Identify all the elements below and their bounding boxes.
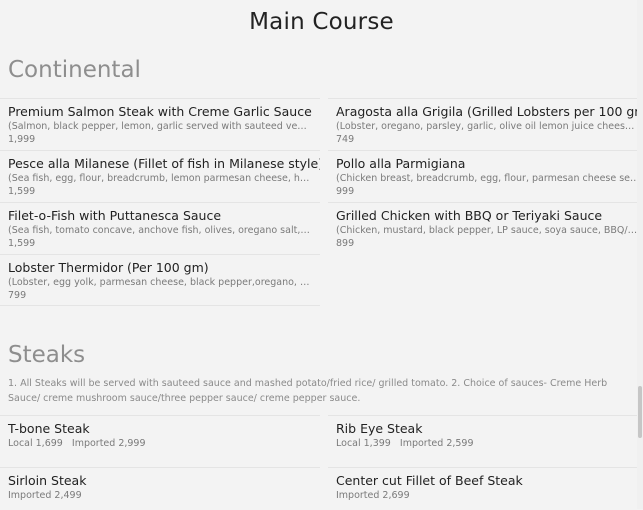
- menu-item[interactable]: Pollo alla Parmigiana (Chicken breast, b…: [328, 150, 643, 201]
- menu-item[interactable]: Rib Eye Steak Local 1,399 Imported 2,599: [328, 415, 643, 464]
- item-name: Grilled Chicken with BBQ or Teriyaki Sau…: [336, 208, 603, 223]
- menu-item[interactable]: Premium Salmon Steak with Creme Garlic S…: [0, 98, 320, 149]
- item-price: 899: [336, 238, 355, 249]
- item-name: T-bone Steak: [8, 421, 90, 436]
- item-name: Sirloin Steak: [8, 473, 87, 488]
- menu-page: Main Course Continental Premium Salmon S…: [0, 0, 643, 509]
- menu-item[interactable]: Aragosta alla Grigila (Grilled Lobsters …: [328, 98, 643, 149]
- item-name: Premium Salmon Steak with Creme Garlic S…: [8, 104, 312, 119]
- menu-item[interactable]: Grilled Chicken with BBQ or Teriyaki Sau…: [328, 202, 643, 253]
- section-title-continental: Continental: [8, 57, 141, 83]
- menu-item[interactable]: T-bone Steak Local 1,699 Imported 2,999: [0, 415, 320, 464]
- section-title-steaks: Steaks: [8, 342, 86, 368]
- item-description: (Lobster, egg yolk, parmesan cheese, bla…: [8, 277, 312, 288]
- item-description: (Sea fish, egg, flour, breadcrumb, lemon…: [8, 173, 312, 184]
- item-price: Local 1,399 Imported 2,599: [336, 438, 474, 449]
- scrollbar-thumb[interactable]: [638, 386, 642, 438]
- menu-item[interactable]: Filet-o-Fish with Puttanesca Sauce (Sea …: [0, 202, 320, 253]
- item-description: (Sea fish, tomato concave, anchove fish,…: [8, 225, 312, 236]
- item-name: Pollo alla Parmigiana: [336, 156, 466, 171]
- item-price: 1,599: [8, 186, 36, 197]
- item-name: Rib Eye Steak: [336, 421, 423, 436]
- item-price: 1,999: [8, 134, 36, 145]
- item-description: (Lobster, oregano, parsley, garlic, oliv…: [336, 121, 640, 132]
- menu-item[interactable]: Center cut Fillet of Beef Steak Imported…: [328, 467, 643, 510]
- vertical-scrollbar[interactable]: [637, 0, 643, 509]
- item-name: Filet-o-Fish with Puttanesca Sauce: [8, 208, 222, 223]
- item-price: Imported 2,699: [336, 490, 410, 501]
- item-price: 749: [336, 134, 355, 145]
- item-price: Imported 2,499: [8, 490, 82, 501]
- item-name: Lobster Thermidor (Per 100 gm): [8, 260, 209, 275]
- item-name: Center cut Fillet of Beef Steak: [336, 473, 523, 488]
- item-price: 1,599: [8, 238, 36, 249]
- item-description: (Chicken breast, breadcrumb, egg, flour,…: [336, 173, 640, 184]
- page-title: Main Course: [249, 9, 394, 35]
- item-price: 999: [336, 186, 355, 197]
- item-name: Aragosta alla Grigila (Grilled Lobsters …: [336, 104, 643, 119]
- item-description: (Chicken, mustard, black pepper, LP sauc…: [336, 225, 640, 236]
- menu-item[interactable]: Sirloin Steak Imported 2,499: [0, 467, 320, 510]
- item-price: 799: [8, 290, 27, 301]
- menu-item[interactable]: Pesce alla Milanese (Fillet of fish in M…: [0, 150, 320, 201]
- item-price: Local 1,699 Imported 2,999: [8, 438, 146, 449]
- section-note: 1. All Steaks will be served with sautee…: [8, 378, 608, 404]
- menu-item[interactable]: Lobster Thermidor (Per 100 gm) (Lobster,…: [0, 254, 320, 306]
- item-name: Pesce alla Milanese (Fillet of fish in M…: [8, 156, 320, 171]
- item-description: (Salmon, black pepper, lemon, garlic ser…: [8, 121, 312, 132]
